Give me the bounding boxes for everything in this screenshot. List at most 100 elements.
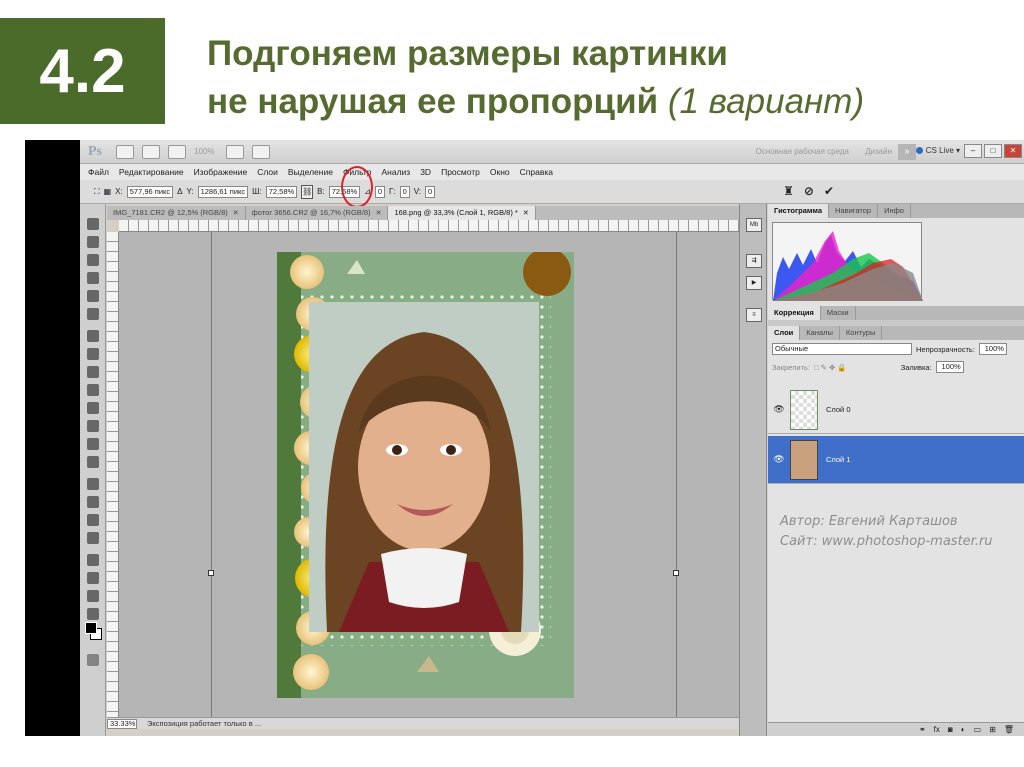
transform-handle-right[interactable] xyxy=(673,570,679,576)
maintain-aspect-ratio-icon[interactable]: ⛓ xyxy=(301,184,314,199)
menu-analysis[interactable]: Анализ xyxy=(382,167,411,177)
canvas[interactable] xyxy=(119,232,739,717)
layer-row[interactable]: 👁 Слой 0 xyxy=(768,386,1024,434)
tab-layers[interactable]: Слои xyxy=(768,326,801,340)
status-info[interactable]: Экспозиция работает только в ... xyxy=(147,719,261,728)
commit-transform-icon[interactable]: ✔ xyxy=(824,184,834,198)
marquee-tool-icon[interactable] xyxy=(87,236,99,248)
notes-panel-icon[interactable]: ≡ xyxy=(746,308,762,322)
actions-panel-icon[interactable]: ▶ xyxy=(746,276,762,290)
close-button[interactable]: ✕ xyxy=(1004,144,1022,158)
shape-tool-icon[interactable] xyxy=(87,532,99,544)
workspace-switcher[interactable]: Основная рабочая среда xyxy=(755,147,849,156)
menu-image[interactable]: Изображение xyxy=(194,167,248,177)
tab-channels[interactable]: Каналы xyxy=(800,326,840,340)
add-mask-icon[interactable]: ◙ xyxy=(948,725,953,734)
menu-layer[interactable]: Слои xyxy=(257,167,278,177)
3d-orbit-tool-icon[interactable] xyxy=(87,572,99,584)
cs-live-button[interactable]: CS Live ▾ xyxy=(915,146,960,155)
history-brush-tool-icon[interactable] xyxy=(87,384,99,396)
new-group-icon[interactable]: ▭ xyxy=(974,725,982,734)
more-workspaces-button[interactable]: » xyxy=(898,144,916,160)
dodge-tool-icon[interactable] xyxy=(87,456,99,468)
path-selection-tool-icon[interactable] xyxy=(87,514,99,526)
brush-tool-icon[interactable] xyxy=(87,348,99,360)
view-extras-icon[interactable] xyxy=(168,144,186,159)
gradient-tool-icon[interactable] xyxy=(87,420,99,432)
zoom-tool-icon[interactable] xyxy=(87,608,99,620)
layer-row-selected[interactable]: 👁 Слой 1 xyxy=(768,436,1024,484)
arrange-documents-icon[interactable] xyxy=(226,144,245,159)
healing-brush-tool-icon[interactable] xyxy=(87,330,99,342)
close-tab-icon[interactable]: ✕ xyxy=(376,210,382,217)
transform-tool-icon[interactable]: ⛶ xyxy=(94,187,100,197)
delete-layer-icon[interactable]: 🗑 xyxy=(1004,725,1014,734)
new-layer-icon[interactable]: ⊞ xyxy=(989,725,996,734)
width-field[interactable]: 72,58% xyxy=(265,185,298,198)
quick-selection-tool-icon[interactable] xyxy=(87,272,99,284)
eraser-tool-icon[interactable] xyxy=(87,402,99,414)
blur-tool-icon[interactable] xyxy=(87,438,99,450)
clone-stamp-tool-icon[interactable] xyxy=(87,366,99,378)
layer-style-icon[interactable]: fx xyxy=(934,725,940,734)
lasso-tool-icon[interactable] xyxy=(87,254,99,266)
type-tool-icon[interactable] xyxy=(87,496,99,508)
rotation-field[interactable]: 0 xyxy=(374,185,386,198)
mini-bridge-icon[interactable] xyxy=(142,144,160,159)
status-zoom-field[interactable]: 33.33% xyxy=(107,718,137,729)
crop-tool-icon[interactable] xyxy=(87,290,99,302)
tab-paths[interactable]: Контуры xyxy=(840,326,883,340)
minimize-button[interactable]: – xyxy=(964,144,982,158)
history-panel-icon[interactable]: ⇶ xyxy=(746,254,762,268)
doc-tab[interactable]: фотог 3656.CR2 @ 16,7% (RGB/8) ✕ xyxy=(246,206,389,220)
doc-tab-active[interactable]: 168.png @ 33,3% (Слой 1, RGB/8) * ✕ xyxy=(388,206,536,220)
doc-tab[interactable]: IMG_7181.CR2 @ 12,5% (RGB/8) ✕ xyxy=(107,206,246,220)
lock-icons[interactable]: □ ✎ ✥ 🔒 xyxy=(814,363,847,372)
skew-h-field[interactable]: 0 xyxy=(399,185,410,198)
bridge-icon[interactable] xyxy=(116,144,134,159)
transform-handle-left[interactable] xyxy=(208,570,214,576)
hand-tool-icon[interactable] xyxy=(87,590,99,602)
menu-edit[interactable]: Редактирование xyxy=(119,167,184,177)
menu-help[interactable]: Справка xyxy=(520,167,553,177)
skew-v-field[interactable]: 0 xyxy=(425,185,436,198)
screen-mode-icon[interactable] xyxy=(252,144,271,159)
menu-file[interactable]: Файл xyxy=(88,167,109,177)
tab-adjustments[interactable]: Коррекция xyxy=(768,306,821,320)
visibility-eye-icon[interactable]: 👁 xyxy=(768,454,790,465)
tab-histogram[interactable]: Гистограмма xyxy=(768,204,830,218)
pen-tool-icon[interactable] xyxy=(87,478,99,490)
link-layers-icon[interactable]: ⚭ xyxy=(919,725,926,734)
vertical-ruler[interactable] xyxy=(107,232,119,717)
close-tab-icon[interactable]: ✕ xyxy=(233,210,239,217)
menu-select[interactable]: Выделение xyxy=(288,167,333,177)
relative-position-icon[interactable]: Δ xyxy=(177,187,182,196)
mini-bridge-panel-icon[interactable]: Mb xyxy=(746,218,762,232)
zoom-level[interactable]: 100% xyxy=(194,147,214,156)
fill-field[interactable]: 100% xyxy=(935,361,964,373)
tab-navigator[interactable]: Навигатор xyxy=(829,204,879,218)
warp-icon[interactable]: ♜ xyxy=(783,184,794,198)
adjustment-layer-icon[interactable]: ◐ xyxy=(961,725,966,734)
eyedropper-tool-icon[interactable] xyxy=(87,308,99,320)
menu-3d[interactable]: 3D xyxy=(420,167,431,177)
3d-rotate-tool-icon[interactable] xyxy=(87,554,99,566)
horizontal-ruler[interactable] xyxy=(119,220,739,232)
reference-point-icon[interactable]: ▦ xyxy=(104,187,112,196)
maximize-button[interactable]: □ xyxy=(984,144,1002,158)
move-tool-icon[interactable] xyxy=(87,218,99,230)
x-position-field[interactable]: 577,96 пикс xyxy=(126,185,174,198)
workspace-design[interactable]: Дизайн xyxy=(865,147,892,156)
foreground-color-swatch[interactable] xyxy=(85,622,97,634)
cancel-transform-icon[interactable]: ⊘ xyxy=(804,184,814,198)
menu-window[interactable]: Окно xyxy=(490,167,510,177)
opacity-field[interactable]: 100% xyxy=(978,343,1007,355)
menu-view[interactable]: Просмотр xyxy=(441,167,480,177)
quick-mask-icon[interactable] xyxy=(87,654,99,666)
tab-masks[interactable]: Маски xyxy=(821,306,856,320)
y-position-field[interactable]: 1286,61 пикс xyxy=(197,185,249,198)
tab-info[interactable]: Инфо xyxy=(878,204,911,218)
visibility-eye-icon[interactable]: 👁 xyxy=(768,404,790,415)
close-tab-icon[interactable]: ✕ xyxy=(523,210,529,217)
blend-mode-select[interactable]: Обычные xyxy=(772,343,912,355)
